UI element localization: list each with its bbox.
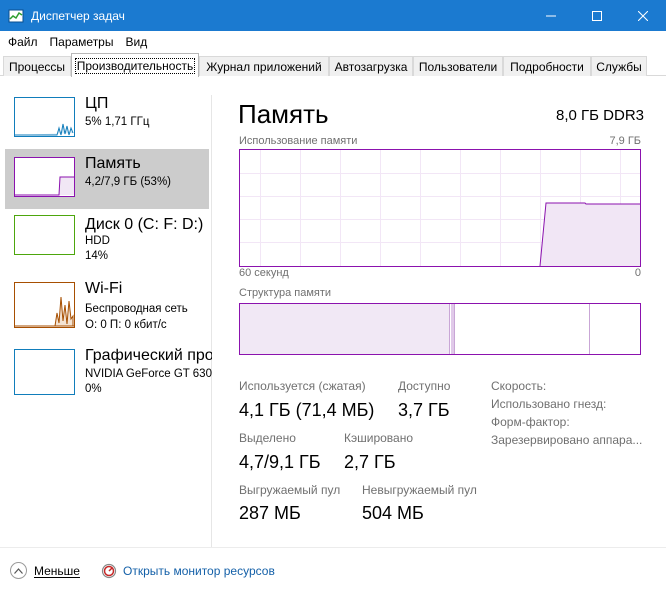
paged-pool-value: 287 МБ (239, 503, 301, 523)
memory-usage-graph (239, 149, 641, 267)
speed-label: Скорость: (491, 379, 547, 393)
menu-view[interactable]: Вид (119, 35, 153, 49)
cached-label: Кэшировано (344, 431, 414, 445)
paged-pool-label: Выгружаемый пул (239, 483, 341, 497)
minimize-button[interactable] (528, 0, 574, 31)
wifi-thumbnail (14, 282, 75, 328)
tab-processes[interactable]: Процессы (3, 56, 71, 76)
wifi-title: Wi-Fi (85, 280, 123, 297)
fewer-details-label: Меньше (34, 563, 80, 578)
window-title: Диспетчер задач (31, 8, 125, 23)
task-manager-icon (8, 8, 24, 24)
resource-monitor-icon (101, 563, 117, 579)
resource-wifi[interactable]: Wi-Fi Беспроводная сеть О: 0 П: 0 кбит/с (5, 277, 209, 337)
usage-graph-label: Использование памяти (239, 135, 358, 147)
structure-label: Структура памяти (239, 287, 332, 299)
tab-label: Автозагрузка (334, 59, 408, 74)
gpu-usage: 0% (85, 383, 102, 395)
in-use-label: Используется (сжатая) (239, 379, 366, 393)
in-use-value: 4,1 ГБ (71,4 МБ) (239, 400, 375, 420)
tab-bar: Процессы Производительность Журнал прило… (0, 52, 666, 77)
disk-thumbnail (14, 215, 75, 255)
page-title: Память (238, 99, 329, 129)
tab-users[interactable]: Пользователи (413, 56, 503, 76)
structure-modified (451, 304, 455, 354)
available-value: 3,7 ГБ (398, 400, 450, 420)
minimize-icon (546, 15, 556, 16)
tab-label: Пользователи (418, 59, 498, 74)
gpu-thumbnail (14, 349, 75, 395)
open-resource-monitor-link[interactable]: Открыть монитор ресурсов (101, 563, 275, 579)
memory-structure-bar (239, 303, 641, 355)
cpu-thumbnail (14, 97, 75, 137)
form-factor-label: Форм-фактор: (491, 415, 570, 429)
tab-label: Процессы (8, 59, 65, 74)
committed-label: Выделено (239, 431, 296, 445)
usage-graph-max: 7,9 ГБ (609, 135, 641, 147)
disk-title: Диск 0 (C: F: D:) (85, 216, 204, 233)
cpu-title: ЦП (85, 95, 109, 112)
close-button[interactable] (620, 0, 666, 31)
graph-time-right: 0 (634, 267, 641, 279)
tab-services[interactable]: Службы (591, 56, 647, 76)
memory-title: Память (85, 155, 141, 172)
cpu-usage: 5% 1,71 ГГц (85, 116, 150, 128)
resource-list: ЦП 5% 1,71 ГГц Память 4,2/7,9 ГБ (53%) Д… (0, 77, 212, 547)
structure-in-use (240, 304, 450, 354)
memory-thumbnail (14, 157, 75, 197)
tab-startup[interactable]: Автозагрузка (329, 56, 413, 76)
resource-cpu[interactable]: ЦП 5% 1,71 ГГц (5, 93, 209, 153)
disk-usage: 14% (85, 250, 109, 262)
gpu-model: NVIDIA GeForce GT 630M (85, 368, 212, 380)
close-icon (638, 10, 648, 21)
fewer-details-button[interactable]: Меньше (10, 562, 80, 579)
structure-divider (589, 304, 590, 354)
title-bar: Диспетчер задач (0, 0, 666, 31)
chevron-up-icon (10, 562, 27, 579)
nonpaged-pool-label: Невыгружаемый пул (362, 483, 477, 497)
nonpaged-pool-value: 504 МБ (362, 503, 424, 523)
committed-value: 4,7/9,1 ГБ (239, 452, 321, 472)
tab-label: Журнал приложений (206, 59, 322, 74)
tab-label: Службы (596, 59, 642, 74)
menu-options[interactable]: Параметры (44, 35, 120, 49)
resource-memory[interactable]: Память 4,2/7,9 ГБ (53%) (5, 149, 209, 209)
reserved-label: Зарезервировано аппара... (491, 433, 643, 447)
disk-type: HDD (85, 235, 110, 247)
gpu-title: Графический процессор 0 (85, 347, 212, 364)
open-resource-monitor-label: Открыть монитор ресурсов (122, 563, 275, 578)
memory-panel: Память 8,0 ГБ DDR3 Использование памяти … (212, 77, 666, 547)
tab-performance[interactable]: Производительность (71, 53, 199, 77)
footer-bar: Меньше Открыть монитор ресурсов (0, 547, 666, 593)
maximize-icon (592, 10, 602, 21)
memory-usage: 4,2/7,9 ГБ (53%) (85, 176, 172, 188)
graph-time-left: 60 секунд (239, 267, 289, 279)
resource-disk[interactable]: Диск 0 (C: F: D:) HDD 14% (5, 211, 209, 271)
wifi-throughput: О: 0 П: 0 кбит/с (85, 319, 167, 331)
tab-details[interactable]: Подробности (503, 56, 591, 76)
tab-label: Подробности (510, 59, 584, 74)
cached-value: 2,7 ГБ (344, 452, 396, 472)
available-label: Доступно (398, 379, 451, 393)
menu-bar: Файл Параметры Вид (0, 31, 666, 52)
slots-label: Использовано гнезд: (491, 397, 607, 411)
menu-file[interactable]: Файл (0, 35, 44, 49)
wifi-type: Беспроводная сеть (85, 303, 188, 315)
maximize-button[interactable] (574, 0, 620, 31)
resource-gpu[interactable]: Графический процессор 0 NVIDIA GeForce G… (5, 343, 212, 403)
tab-app-history[interactable]: Журнал приложений (199, 56, 329, 76)
memory-spec: 8,0 ГБ DDR3 (556, 107, 644, 124)
tab-label: Производительность (74, 57, 196, 74)
